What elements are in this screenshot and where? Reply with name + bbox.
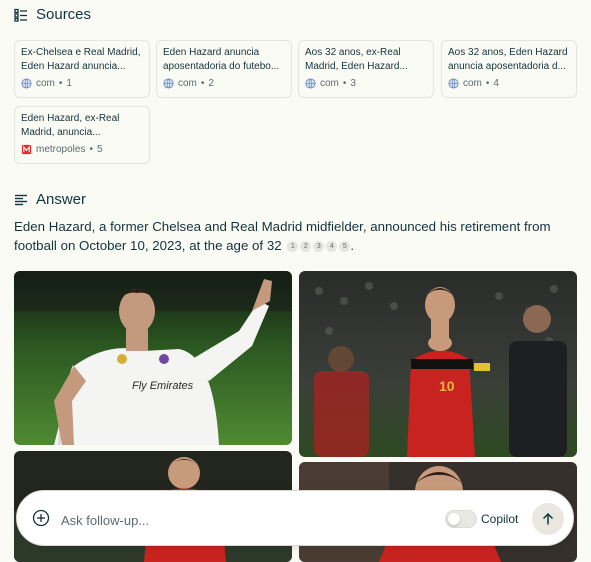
source-index: 2: [208, 78, 214, 89]
source-domain: com: [320, 78, 339, 89]
source-card-2[interactable]: Eden Hazard anuncia aposentadoria do fut…: [156, 40, 292, 98]
jersey-sponsor-text: Fly Emirates: [132, 380, 194, 392]
source-card-4[interactable]: Aos 32 anos, Eden Hazard anuncia aposent…: [441, 40, 577, 98]
globe-icon: [163, 78, 174, 89]
source-domain: metropoles: [36, 144, 86, 155]
toggle-knob: [448, 513, 460, 525]
copilot-toggle[interactable]: [445, 510, 477, 528]
answer-header: Answer: [14, 191, 86, 208]
source-index: 1: [66, 78, 72, 89]
sources-icon: [14, 8, 27, 22]
send-button[interactable]: [532, 503, 564, 535]
source-index: 5: [96, 144, 103, 155]
arrow-up-icon: [542, 512, 554, 525]
source-title: Aos 32 anos, Eden Hazard anuncia aposent…: [448, 47, 568, 72]
answer-body: Eden Hazard, a former Chelsea and Real M…: [14, 219, 551, 253]
globe-icon: [21, 78, 32, 89]
sources-title: Sources: [36, 6, 92, 23]
follow-up-input[interactable]: [59, 508, 423, 532]
globe-icon: [305, 78, 316, 89]
answer-text: Eden Hazard, a former Chelsea and Real M…: [14, 217, 574, 255]
citation-2[interactable]: 2: [300, 241, 312, 252]
source-card-5[interactable]: Eden Hazard, ex-Real Madrid, anuncia... …: [14, 106, 150, 164]
citation-5[interactable]: 5: [339, 241, 351, 252]
citation-1[interactable]: 1: [287, 241, 299, 252]
metropoles-logo-icon: [21, 144, 32, 155]
source-title: Eden Hazard, ex-Real Madrid, anuncia...: [21, 113, 120, 138]
photo-real-madrid[interactable]: Fly Emirates: [14, 271, 292, 445]
source-title: Ex-Chelsea e Real Madrid, Eden Hazard an…: [21, 47, 141, 72]
citation-3[interactable]: 3: [313, 241, 325, 252]
source-title: Aos 32 anos, ex-Real Madrid, Eden Hazard…: [305, 47, 408, 72]
source-domain: com: [36, 78, 55, 89]
answer-icon: [15, 194, 27, 205]
source-index: 3: [350, 78, 356, 89]
citation-4[interactable]: 4: [326, 241, 338, 252]
answer-end-punct: .: [350, 238, 355, 253]
photo-belgium-clapping[interactable]: 10: [299, 271, 577, 457]
source-card-1[interactable]: Ex-Chelsea e Real Madrid, Eden Hazard an…: [14, 40, 150, 98]
source-title: Eden Hazard anuncia aposentadoria do fut…: [163, 47, 280, 72]
source-index: 4: [493, 78, 499, 89]
follow-up-composer: Copilot: [16, 490, 574, 546]
sources-header: Sources: [14, 6, 91, 23]
source-card-3[interactable]: Aos 32 anos, ex-Real Madrid, Eden Hazard…: [298, 40, 434, 98]
source-domain: com: [178, 78, 197, 89]
answer-title: Answer: [36, 191, 87, 208]
jersey-number-text: 10: [439, 378, 455, 394]
source-domain: com: [463, 78, 482, 89]
globe-icon: [448, 78, 459, 89]
add-attachment-icon[interactable]: [32, 509, 50, 527]
copilot-label: Copilot: [481, 512, 519, 526]
